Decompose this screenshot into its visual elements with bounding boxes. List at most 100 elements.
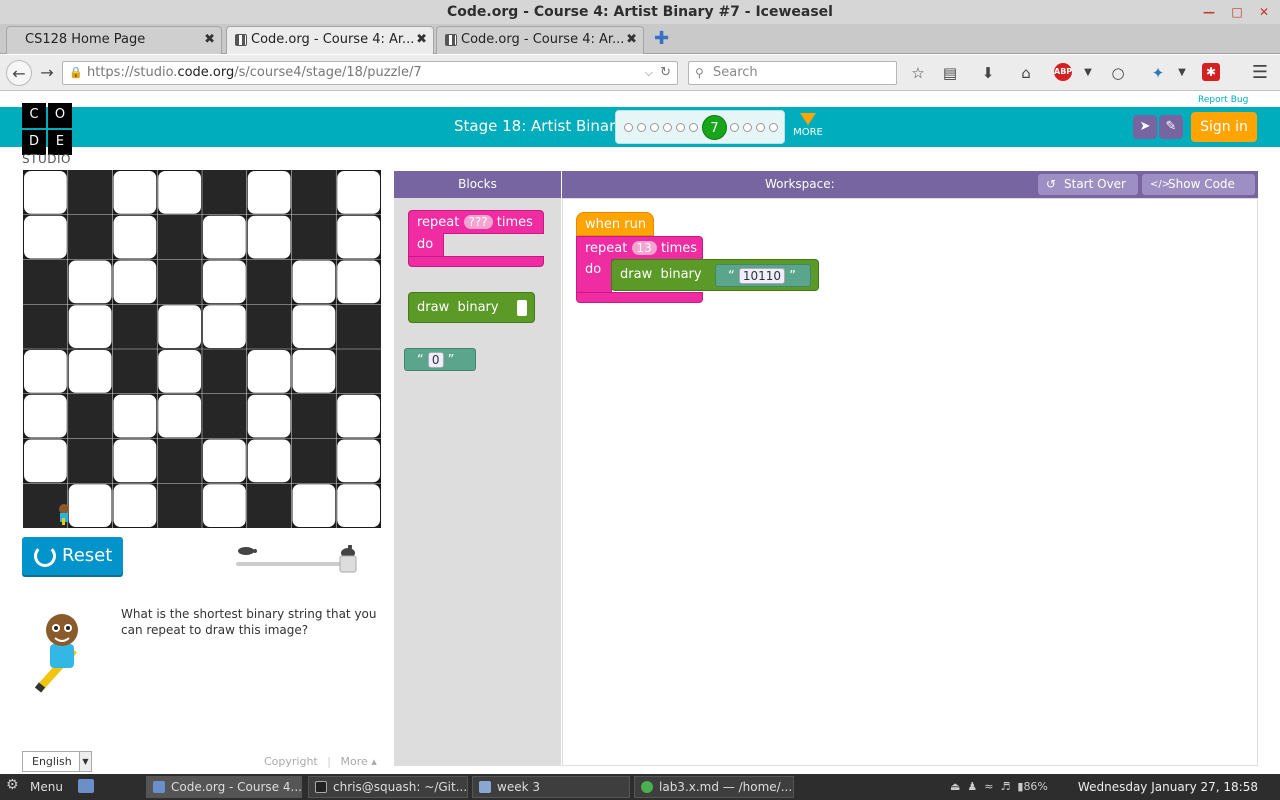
download-icon[interactable]: ⬇ [978,63,998,83]
toolbox-repeat-bottom[interactable] [408,256,544,267]
workspace-string-block[interactable]: “ 10110 ” [715,264,811,287]
block-text: times [660,241,698,256]
current-puzzle-dot[interactable]: 7 [702,115,727,140]
sign-in-button[interactable]: Sign in [1191,112,1257,142]
adblock-icon[interactable]: ABP [1054,63,1072,81]
chevron-down-icon[interactable]: ▼ [1172,63,1192,83]
black-cell [336,304,381,349]
puzzle-dot[interactable] [663,123,672,132]
hamburger-menu-icon[interactable]: ☰ [1250,63,1270,83]
puzzle-dot[interactable] [624,123,633,132]
dropdown-icon[interactable]: ⌵ [645,62,653,84]
puzzle-dot[interactable] [689,123,698,132]
navigation-toolbar: ← → 🔒 https://studio.code.org/s/course4/… [0,55,1280,91]
show-code-button[interactable]: </> Show Code [1142,174,1255,195]
show-desktop-icon[interactable] [78,779,94,793]
puzzle-dot[interactable] [743,123,752,132]
puzzle-dot[interactable] [637,123,646,132]
close-window-icon[interactable]: ✕ [1255,0,1273,24]
clock[interactable]: Wednesday January 27, 18:58 [1078,774,1258,800]
toolbox-repeat-do[interactable]: do [408,233,444,257]
maximize-icon[interactable]: □ [1228,0,1246,24]
string-field[interactable]: 0 [427,352,444,368]
codeorg-logo[interactable]: C O D E [22,103,74,155]
tray-volume-icon[interactable]: ♬ [1001,780,1011,793]
stage-title[interactable]: Stage 18: Artist Binary [454,117,624,135]
tab-codeorg-2[interactable]: Code.org - Course 4: Ar... ✖ [436,26,644,54]
menu-button[interactable]: Menu [30,774,63,800]
extension-red-icon[interactable]: ✱ [1202,63,1220,81]
black-cell [112,349,158,394]
rocket-icon[interactable]: ➤ [1133,115,1157,139]
more-footer-link[interactable]: More ▴ [340,755,376,768]
extension-network-icon[interactable]: ✦ [1148,63,1168,83]
reset-icon [34,545,56,567]
forward-button[interactable]: → [34,60,60,86]
tab-close-icon[interactable]: ✖ [416,27,427,53]
workspace-repeat-bottom[interactable] [576,292,703,303]
reload-icon[interactable]: ↻ [660,62,671,84]
puzzle-dot[interactable] [676,123,685,132]
block-text: binary [660,267,702,282]
chevron-down-icon[interactable]: ▼ [1078,63,1098,83]
tray-user-icon[interactable]: ♟ [967,780,977,793]
tab-cs128[interactable]: CS128 Home Page ✖ [6,26,222,54]
extension-eye-icon[interactable]: ○ [1108,63,1128,83]
white-cell [24,350,67,393]
url-prefix: https://studio. [87,65,178,80]
block-text: times [496,215,533,230]
toolbox-string-block[interactable]: “ 0 ” [404,348,476,371]
speed-slider[interactable] [236,543,360,575]
toolbox-draw-binary-block[interactable]: draw binary [408,292,535,323]
artist-sprite [56,503,72,525]
tab-codeorg-active[interactable]: Code.org - Course 4: Ar... ✖ [226,26,434,54]
copyright-link[interactable]: Copyright [264,755,318,768]
task-folder[interactable]: week 3 [472,776,630,798]
puzzle-dot[interactable] [730,123,739,132]
white-cell [203,260,246,304]
toolbox-repeat-block[interactable]: repeat ??? times [408,210,544,234]
puzzle-dot[interactable] [650,123,659,132]
new-tab-icon[interactable]: ✚ [654,28,669,49]
black-cell [67,214,113,260]
repeat-count-field[interactable]: 13 [631,241,657,255]
workspace-repeat-block[interactable]: repeat 13 times [576,236,703,260]
tab-close-icon[interactable]: ✖ [626,27,637,53]
more-button[interactable]: MORE [793,113,823,138]
puzzle-dot[interactable] [769,123,778,132]
tray-wifi-icon[interactable]: ≈ [984,780,993,793]
binary-string-field[interactable]: 10110 [738,268,786,284]
minimize-icon[interactable]: — [1200,0,1218,24]
url-path: /s/course4/stage/18/puzzle/7 [234,65,422,80]
home-icon[interactable]: ⌂ [1016,63,1036,83]
gear-icon[interactable]: ⚙ [6,777,19,793]
pencil-icon[interactable]: ✎ [1159,115,1183,139]
reading-list-icon[interactable]: ▤ [940,63,960,83]
language-select[interactable]: English ▼ [22,751,92,772]
block-text: do [585,262,602,277]
search-input[interactable]: ⚲ Search [688,61,897,85]
white-cell [68,260,112,304]
task-label: Code.org - Course 4... [171,780,302,794]
start-over-button[interactable]: ↺ Start Over [1038,174,1138,195]
white-cell [247,439,291,483]
white-cell [203,484,246,527]
tray-usb-icon[interactable]: ⏏ [950,780,960,793]
url-bar[interactable]: 🔒 https://studio.code.org/s/course4/stag… [62,61,678,85]
white-cell [113,439,157,483]
when-run-block[interactable]: when run [576,212,654,236]
back-button[interactable]: ← [6,60,32,86]
bookmark-star-icon[interactable]: ☆ [908,63,928,83]
repeat-count-field[interactable]: ??? [463,215,493,229]
black-cell [246,304,292,349]
reset-button[interactable]: Reset [22,537,123,575]
task-terminal[interactable]: chris@squash: ~/Git... [308,776,468,798]
task-editor[interactable]: lab3.x.md — /home/... [634,776,794,798]
language-value: English [32,755,72,768]
report-bug-link[interactable]: Report Bug [1198,95,1248,105]
tab-close-icon[interactable]: ✖ [204,27,215,53]
task-firefox[interactable]: Code.org - Course 4... [146,776,302,798]
white-cell [247,215,291,259]
workspace-repeat-do[interactable]: do [576,259,612,293]
puzzle-dot[interactable] [756,123,765,132]
